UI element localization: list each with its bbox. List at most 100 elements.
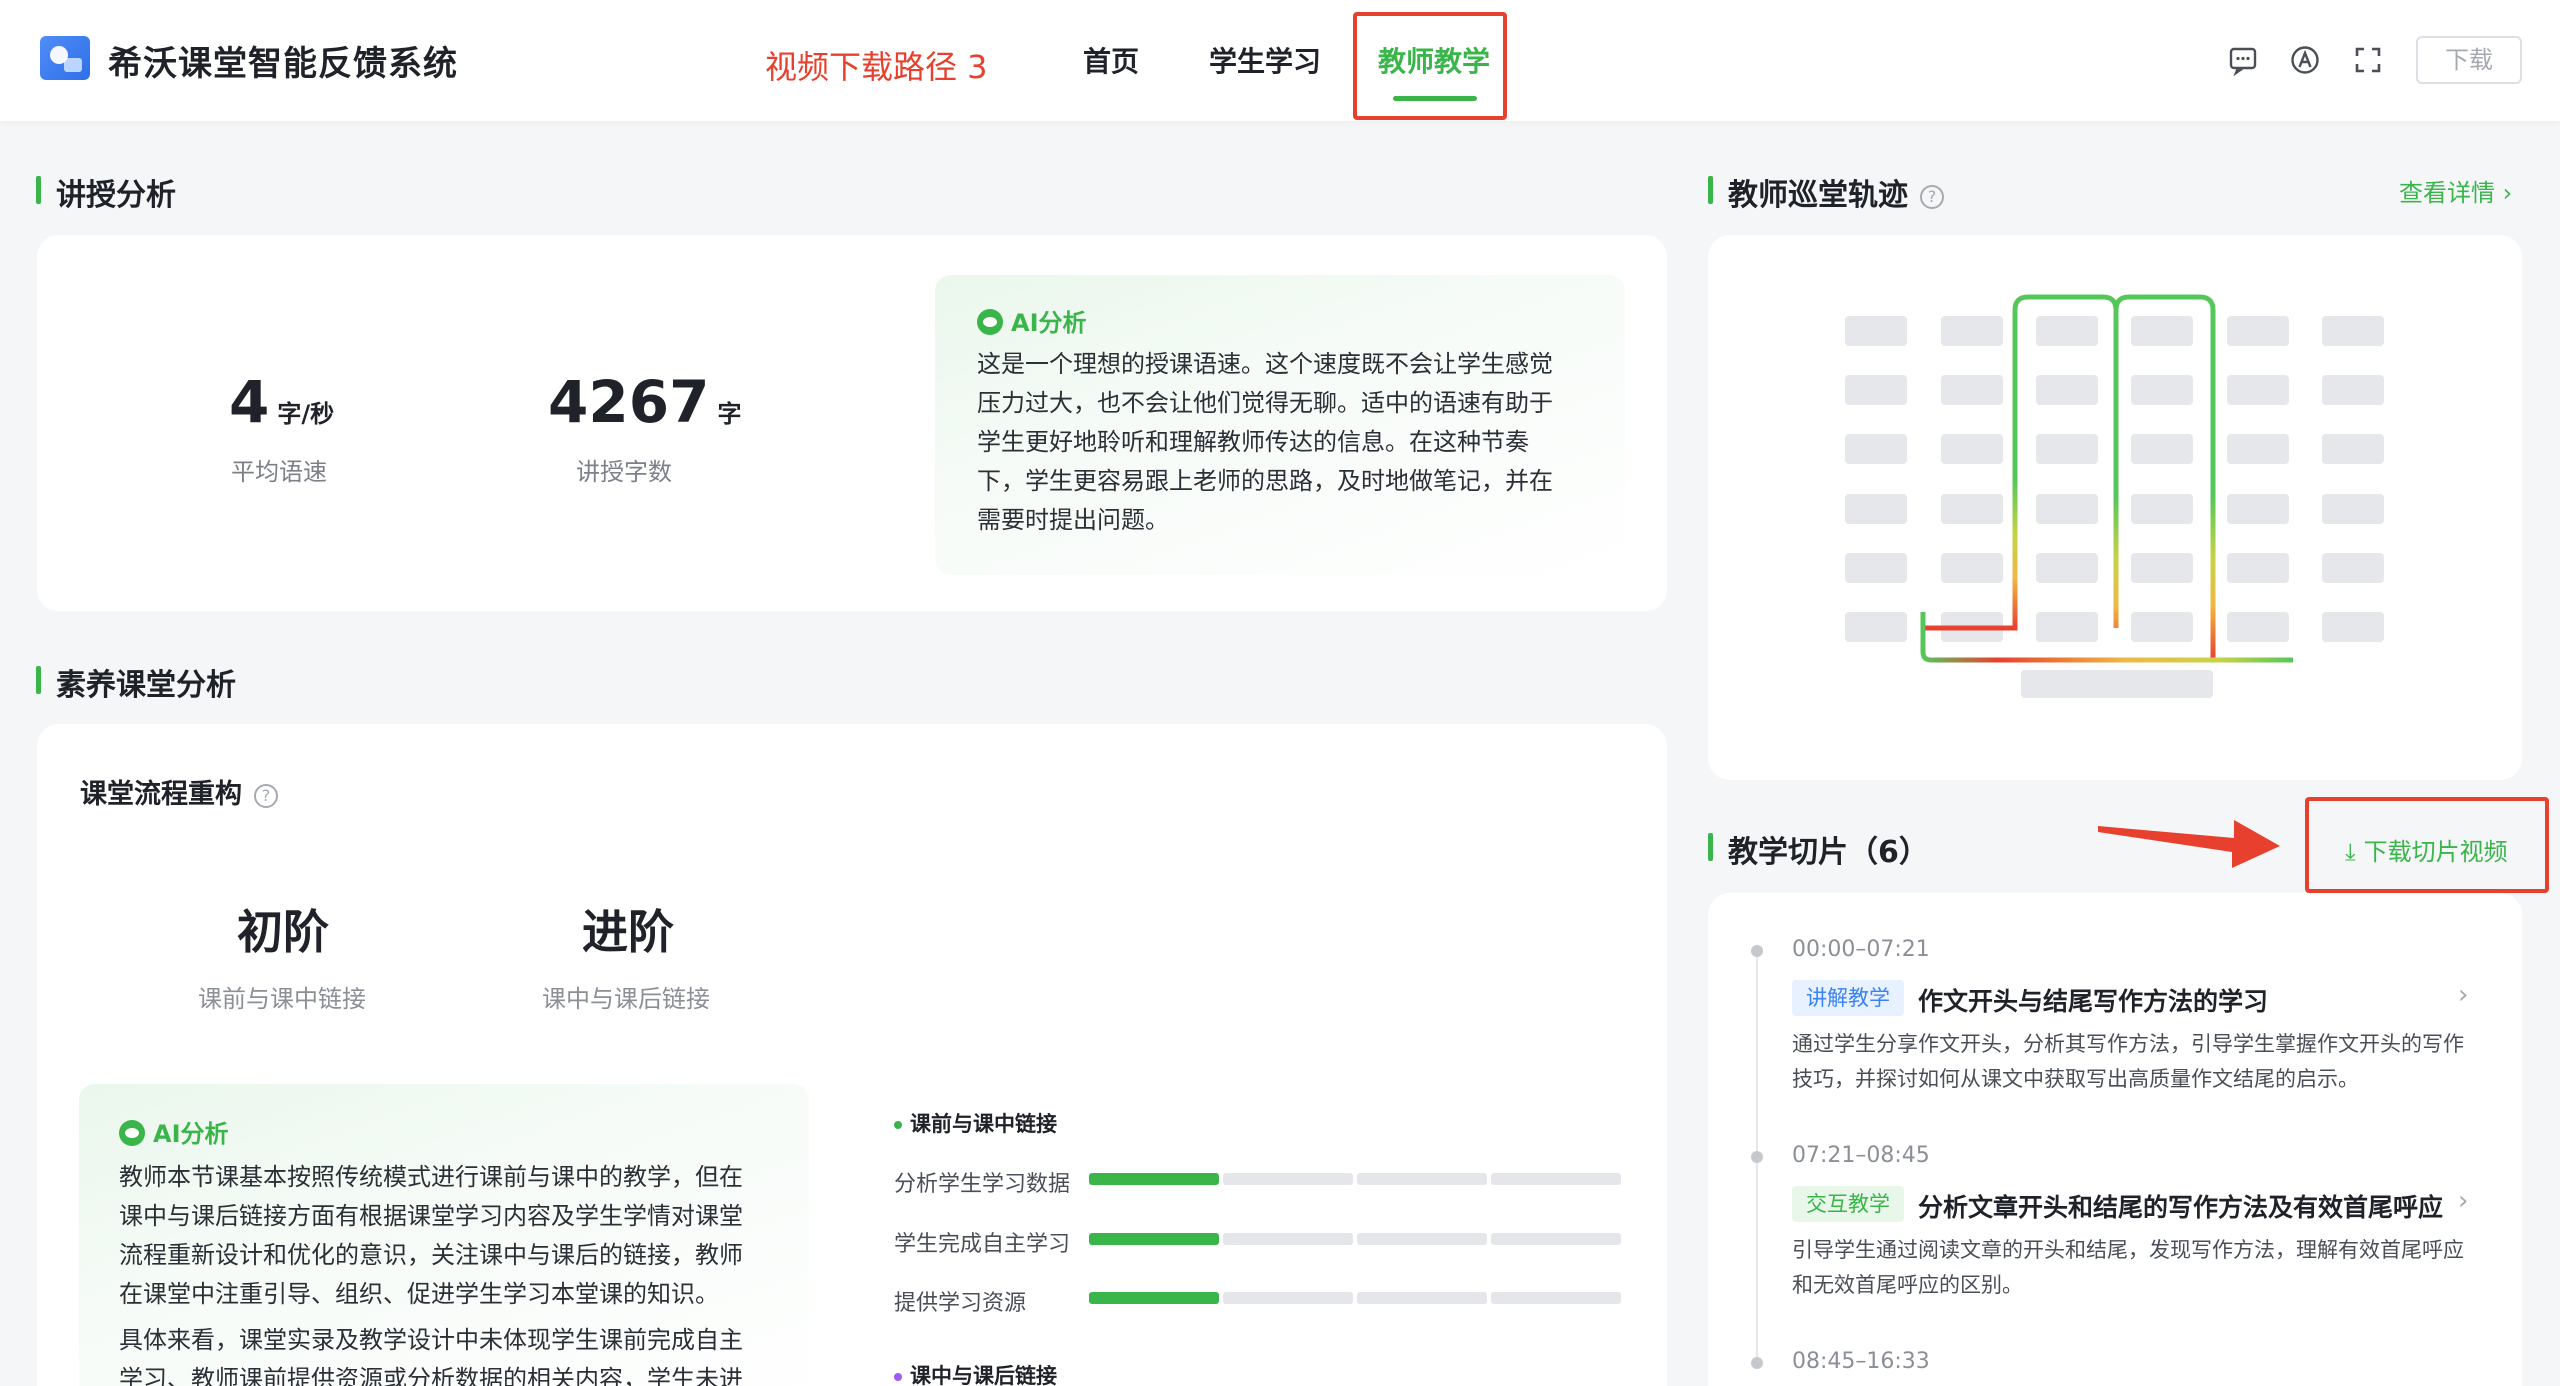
words-label: 讲授字数 (576, 458, 672, 486)
seat (2036, 612, 2098, 642)
top-bar: 希沃课堂智能反馈系统 视频下载路径 3 首页 学生学习 教师教学 下载 (0, 0, 2560, 121)
progress-segment (1491, 1173, 1621, 1185)
speed-value: 4 (229, 368, 270, 436)
seat (1845, 612, 1907, 642)
slice-desc: 引导学生通过阅读文章的开头和结尾，发现写作方法，理解有效首尾呼应 和无效首尾呼应… (1792, 1238, 2464, 1297)
words-stat: 4267 字 (548, 368, 741, 436)
help-icon[interactable]: ? (254, 783, 278, 808)
chevron-right-icon[interactable]: › (2458, 1186, 2468, 1216)
seat (2322, 434, 2384, 464)
accessibility-icon[interactable] (2289, 44, 2321, 76)
bar-label-1: 分析学生学习数据 (894, 1172, 1071, 1197)
seat (1941, 375, 2003, 405)
progress-segment (1491, 1233, 1621, 1245)
timeline-dot (1751, 1357, 1763, 1369)
timeline-dot (1751, 945, 1763, 957)
progress-segment (1491, 1292, 1621, 1304)
words-unit: 字 (717, 400, 742, 428)
fullscreen-icon[interactable] (2352, 44, 2384, 76)
seat (2322, 553, 2384, 583)
view-details-link[interactable]: 查看详情 › (2399, 173, 2512, 208)
seat (2227, 375, 2289, 405)
lecture-card: 4 字/秒 平均语速 4267 字 讲授字数 AI分析 这是一个理想的授课语速。这个… (37, 235, 1667, 611)
progress-segment (1357, 1233, 1487, 1245)
patrol-card (1708, 235, 2522, 780)
quality-ai-box: AI分析 教师本节课基本按照传统模式进行课前与课中的教学，但在 课中与课后链接方… (79, 1084, 809, 1386)
seat (2227, 434, 2289, 464)
help-icon[interactable]: ? (1920, 184, 1944, 209)
lecture-ai-text: 这是一个理想的授课语速。这个速度既不会让学生感觉 压力过大，也不会让他们觉得无聊… (977, 350, 1553, 534)
seat (2036, 434, 2098, 464)
seat (2322, 316, 2384, 346)
seat (2036, 316, 2098, 346)
bar-label-3: 提供学习资源 (894, 1291, 1027, 1316)
section-title-patrol: 教师巡堂轨迹? (1708, 170, 1944, 214)
flow-restructure-title: 课堂流程重构? (80, 772, 278, 811)
seat (1941, 553, 2003, 583)
legend-pre-class: 课前与课中链接 (894, 1108, 1057, 1138)
timeline-dot (1751, 1151, 1763, 1163)
ai-icon (977, 309, 1003, 335)
seat (2131, 375, 2193, 405)
nav-student-learning[interactable]: 学生学习 (1209, 40, 1321, 80)
quality-ai-tag: AI分析 (119, 1114, 229, 1149)
level-basic-desc: 课前与课中链接 (198, 985, 366, 1013)
download-button[interactable]: 下载 (2416, 36, 2522, 84)
seat (1941, 494, 2003, 524)
section-title-quality: 素养课堂分析 (36, 660, 236, 704)
seat (1845, 316, 1907, 346)
message-icon[interactable] (2227, 44, 2259, 77)
seat (2036, 375, 2098, 405)
seat (1845, 434, 1907, 464)
quality-card: 课堂流程重构? 初阶 课前与课中链接 进阶 课中与课后链接 AI分析 教师本节课… (37, 724, 1667, 1386)
slice-title[interactable]: 作文开头与结尾写作方法的学习 (1918, 982, 2268, 1018)
app-logo (40, 36, 90, 80)
seat (2131, 494, 2193, 524)
seat (2036, 553, 2098, 583)
podium (2021, 670, 2213, 698)
seat (1941, 612, 2003, 642)
seat (2131, 612, 2193, 642)
slices-card (1708, 893, 2522, 1386)
seat (2131, 316, 2193, 346)
slice-title[interactable]: 分析文章开头和结尾的写作方法及有效首尾呼应 (1918, 1188, 2443, 1224)
annotation-arrow (2098, 820, 2280, 868)
level-advanced: 进阶 (582, 905, 674, 959)
section-title-slices: 教学切片（6） (1708, 827, 1929, 871)
quality-ai-text: 教师本节课基本按照传统模式进行课前与课中的教学，但在 课中与课后链接方面有根据课… (119, 1163, 743, 1386)
progress-segment (1357, 1173, 1487, 1185)
lecture-ai-tag: AI分析 (977, 303, 1087, 338)
speed-label: 平均语速 (231, 458, 327, 486)
seat (2322, 494, 2384, 524)
progress-segment (1223, 1233, 1353, 1245)
seat (1941, 316, 2003, 346)
seat (1845, 375, 1907, 405)
seat (2131, 553, 2193, 583)
words-value: 4267 (548, 368, 710, 436)
nav-home[interactable]: 首页 (1083, 40, 1139, 80)
seat (2322, 612, 2384, 642)
annotation-label: 视频下载路径 3 (765, 48, 988, 86)
ai-icon (119, 1120, 145, 1146)
slice-tag: 交互教学 (1792, 1186, 1904, 1222)
slice-time: 00:00–07:21 (1792, 937, 1930, 962)
progress-segment (1089, 1292, 1219, 1304)
annotation-highlight-nav (1353, 12, 1507, 120)
progress-segment (1357, 1292, 1487, 1304)
progress-segment (1089, 1173, 1219, 1185)
lecture-ai-box: AI分析 这是一个理想的授课语速。这个速度既不会让学生感觉 压力过大，也不会让他… (935, 275, 1625, 575)
app-title: 希沃课堂智能反馈系统 (108, 44, 458, 84)
seat (2322, 375, 2384, 405)
seat (2227, 494, 2289, 524)
slice-desc: 通过学生分享作文开头，分析其写作方法，引导学生掌握作文开头的写作 技巧，并探讨如… (1792, 1032, 2464, 1091)
progress-segment (1223, 1173, 1353, 1185)
seat (2131, 434, 2193, 464)
seat (1845, 553, 1907, 583)
download-icon: ⤓ (2345, 838, 2356, 866)
download-slices-button[interactable]: ⤓ 下载切片视频 (2345, 832, 2508, 867)
section-title-lecture: 讲授分析 (36, 170, 176, 214)
speed-stat: 4 字/秒 (229, 368, 334, 436)
chevron-right-icon[interactable]: › (2458, 980, 2468, 1010)
seat (1941, 434, 2003, 464)
slice-time: 07:21–08:45 (1792, 1143, 1930, 1168)
